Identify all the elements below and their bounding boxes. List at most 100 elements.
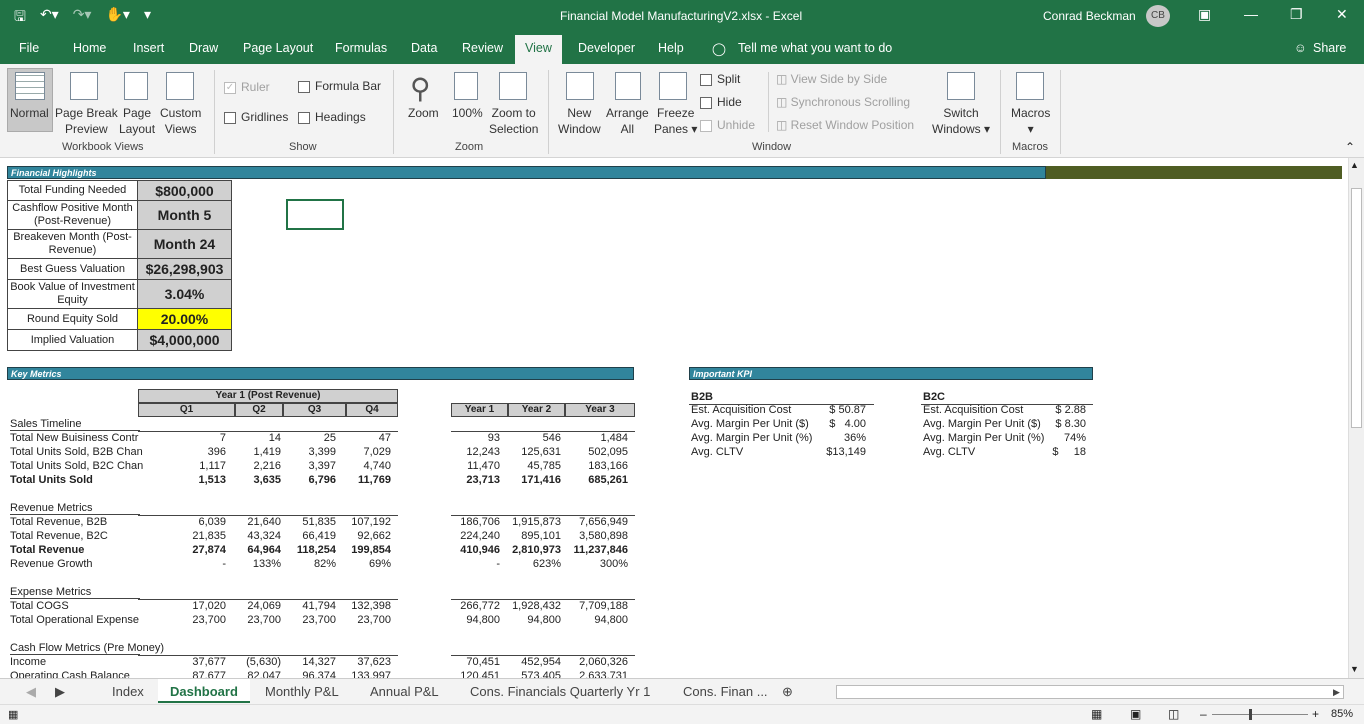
year-value[interactable]: 410,946 [436,544,500,556]
quarter-value[interactable]: 64,964 [221,544,281,556]
quarter-value[interactable]: 3,635 [221,474,281,486]
quarter-value[interactable]: 96,374 [276,670,336,678]
quarter-value[interactable]: 25 [276,432,336,444]
touch-mode-icon[interactable]: ✋▾ [105,6,129,30]
quarter-value[interactable]: 23,700 [221,614,281,626]
quarter-value[interactable]: 66,419 [276,530,336,542]
avatar[interactable]: CB [1146,5,1170,27]
year-value[interactable]: 1,915,873 [497,516,561,528]
quarter-value[interactable]: 3,397 [276,460,336,472]
year-value[interactable]: 2,810,973 [497,544,561,556]
quarter-value[interactable]: - [166,558,226,570]
horizontal-scrollbar[interactable] [836,685,1344,699]
zoom-slider-thumb[interactable] [1249,709,1252,720]
quarter-value[interactable]: 47 [331,432,391,444]
quarter-value[interactable]: 14 [221,432,281,444]
fh-value[interactable]: $800,000 [137,180,232,201]
year-value[interactable]: 3,580,898 [564,530,628,542]
quarter-value[interactable]: 1,419 [221,446,281,458]
collapse-ribbon-icon[interactable]: ⌃ [1345,140,1355,154]
add-sheet-icon[interactable]: ⊕ [782,684,793,700]
quarter-value[interactable]: 118,254 [276,544,336,556]
redo-icon[interactable]: ↷▾ [73,6,92,30]
minimize-icon[interactable]: — [1244,6,1258,22]
quarter-value[interactable]: 396 [166,446,226,458]
new-window-button[interactable]: New Window [558,105,601,137]
quarter-value[interactable]: 7 [166,432,226,444]
year-value[interactable]: 7,656,949 [564,516,628,528]
sheet-tab-index[interactable]: Index [112,684,144,699]
year-value[interactable]: 186,706 [436,516,500,528]
zoom-button[interactable]: Zoom [408,105,439,121]
page-break-status-icon[interactable]: ◫ [1168,707,1179,721]
year-value[interactable]: 11,237,846 [564,544,628,556]
year-value[interactable]: 546 [497,432,561,444]
customize-qat-icon[interactable]: ▾ [144,6,151,30]
year-value[interactable]: 2,060,326 [564,656,628,668]
page-layout-status-icon[interactable]: ▣ [1130,707,1141,721]
formula-bar-checkbox[interactable]: Formula Bar [298,78,381,94]
quarter-value[interactable]: 4,740 [331,460,391,472]
freeze-panes-button[interactable]: Freeze Panes ▾ [654,105,697,137]
quarter-value[interactable]: 6,796 [276,474,336,486]
tab-file[interactable]: File [19,41,39,55]
kpi-value[interactable]: $ 8.30 [1026,418,1086,430]
zoom-out-icon[interactable]: – [1200,707,1207,721]
headings-checkbox[interactable]: Headings [298,109,366,125]
tell-me-search[interactable]: Tell me what you want to do [738,41,892,55]
quarter-value[interactable]: 43,324 [221,530,281,542]
year-value[interactable]: 224,240 [436,530,500,542]
quarter-value[interactable]: 1,513 [166,474,226,486]
tab-help[interactable]: Help [658,41,684,55]
undo-icon[interactable]: ↶▾ [40,6,59,30]
kpi-value[interactable]: $ 2.88 [1026,404,1086,416]
quarter-value[interactable]: 1,117 [166,460,226,472]
scroll-tabs-left-icon[interactable]: ◀ [26,684,36,700]
hide-button[interactable]: Hide [700,94,742,110]
tab-insert[interactable]: Insert [133,41,164,55]
user-name[interactable]: Conrad Beckman [1043,9,1136,23]
sheet-tab-dashboard[interactable]: Dashboard [158,679,250,703]
hscroll-right-icon[interactable]: ▶ [1333,687,1340,698]
split-button[interactable]: Split [700,71,740,87]
ribbon-display-icon[interactable]: ▣ [1198,6,1211,23]
kpi-value[interactable]: $ 50.87 [806,404,866,416]
quarter-value[interactable]: 27,874 [166,544,226,556]
fh-value[interactable]: 3.04% [137,279,232,309]
quarter-value[interactable]: 82% [276,558,336,570]
quarter-value[interactable]: 82,047 [221,670,281,678]
quarter-value[interactable]: 87,677 [166,670,226,678]
year-value[interactable]: 300% [564,558,628,570]
year-value[interactable]: 125,631 [497,446,561,458]
quarter-value[interactable]: 132,398 [331,600,391,612]
quarter-value[interactable]: 2,216 [221,460,281,472]
year-value[interactable]: 7,709,188 [564,600,628,612]
page-break-preview-button[interactable]: Page Break Preview [55,105,118,137]
custom-views-button[interactable]: Custom Views [160,105,201,137]
year-value[interactable]: 452,954 [497,656,561,668]
quarter-value[interactable]: 41,794 [276,600,336,612]
scroll-tabs-right-icon[interactable]: ▶ [55,684,65,700]
tab-home[interactable]: Home [73,41,106,55]
quarter-value[interactable]: 11,769 [331,474,391,486]
quarter-value[interactable]: 6,039 [166,516,226,528]
selected-cell[interactable] [286,199,344,230]
tab-view[interactable]: View [515,35,562,64]
quarter-value[interactable]: 133% [221,558,281,570]
year-value[interactable]: - [436,558,500,570]
year-value[interactable]: 70,451 [436,656,500,668]
zoom-100-button[interactable]: 100% [452,105,483,121]
close-icon[interactable]: ✕ [1336,6,1348,23]
year-value[interactable]: 1,484 [564,432,628,444]
macro-record-icon[interactable]: ▦ [8,708,18,721]
quarter-value[interactable]: 21,640 [221,516,281,528]
quarter-value[interactable]: 23,700 [331,614,391,626]
view-side-by-side-button[interactable]: ◫ View Side by Side [776,71,887,87]
quarter-value[interactable]: 37,623 [331,656,391,668]
year-value[interactable]: 895,101 [497,530,561,542]
share-button[interactable]: Share [1313,41,1346,55]
zoom-to-selection-button[interactable]: Zoom to Selection [489,105,538,137]
year-value[interactable]: 45,785 [497,460,561,472]
year-value[interactable]: 573,405 [497,670,561,678]
sheet-tab-monthly-pl[interactable]: Monthly P&L [265,684,339,699]
